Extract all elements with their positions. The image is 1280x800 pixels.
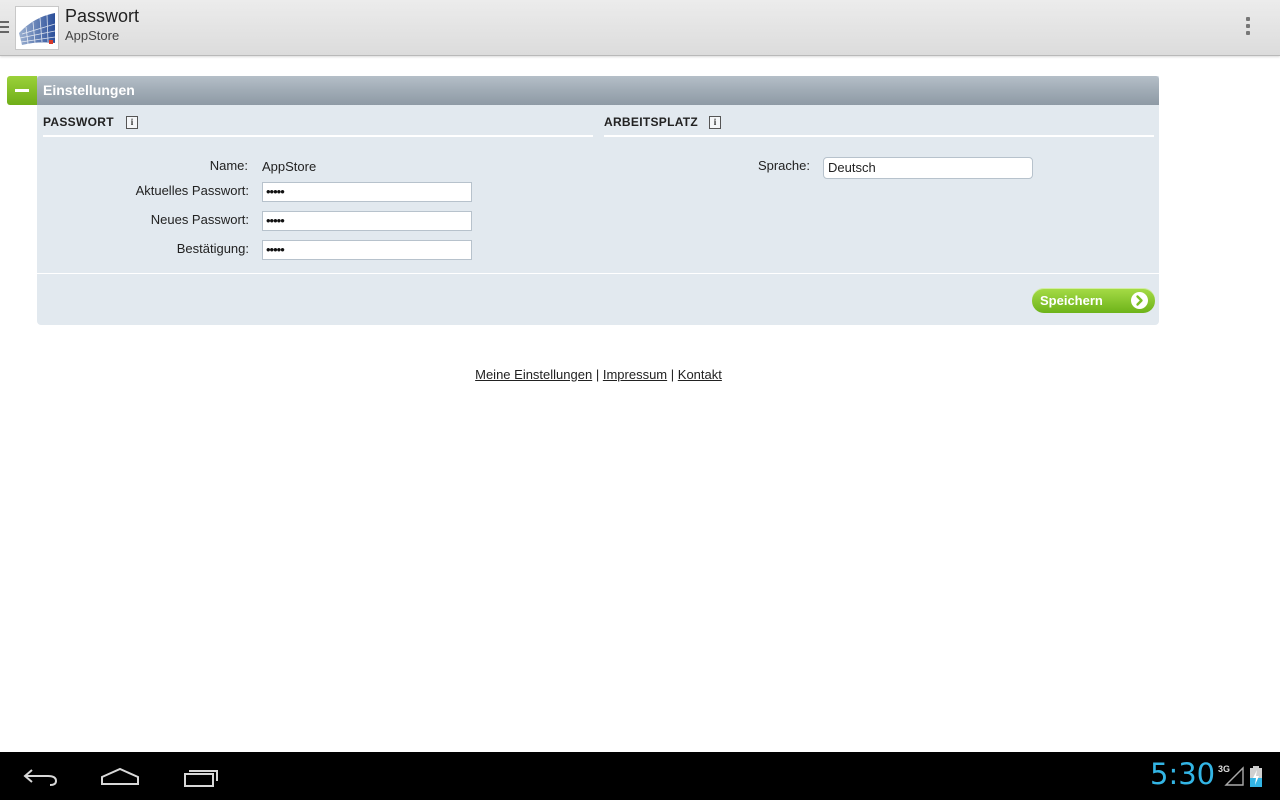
new-password-field[interactable]: ••••• [262,211,472,231]
link-separator: | [595,367,600,382]
minus-icon [15,89,29,92]
confirm-password-label: Bestätigung: [176,241,249,256]
current-password-label: Aktuelles Passwort: [135,183,249,198]
panel-title: Einstellungen [43,82,135,98]
confirm-password-field[interactable]: ••••• [262,240,472,260]
link-separator: | [670,367,675,382]
workplace-section-title: ARBEITSPLATZ [604,115,699,129]
collapse-panel-button[interactable] [7,76,37,105]
page-subtitle: AppStore [65,28,120,43]
page-title: Passwort [65,6,140,26]
battery-charging-icon [1250,766,1262,787]
current-password-field[interactable]: ••••• [262,182,472,202]
system-navigation-bar [0,752,1280,800]
overflow-menu-icon[interactable] [1243,17,1253,39]
clock[interactable]: 5:30 [1150,757,1215,791]
language-label: Sprache: [757,158,810,173]
panel-header: Einstellungen [37,76,1159,105]
recent-apps-icon[interactable] [179,764,223,788]
new-password-label: Neues Passwort: [150,212,249,227]
password-section-title: PASSWORT [43,115,114,129]
imprint-link[interactable]: Impressum [603,367,667,382]
language-select[interactable]: Deutsch [823,157,1033,179]
name-value: AppStore [262,159,317,174]
contact-link[interactable]: Kontakt [678,367,722,382]
menu-icon[interactable] [0,21,9,34]
signal-icon [1224,766,1244,786]
info-icon[interactable]: i [126,116,138,129]
info-icon[interactable]: i [709,116,721,129]
action-bar: Passwort AppStore [0,0,1280,56]
section-divider [604,135,1154,137]
home-icon[interactable] [98,764,142,788]
back-icon[interactable] [18,764,62,788]
section-divider [43,135,593,137]
app-logo-icon[interactable] [15,6,59,50]
arrow-right-circle-icon [1131,292,1148,309]
settings-panel: Einstellungen PASSWORT i Name: AppStore … [37,76,1159,325]
name-label: Name: [209,158,248,173]
save-button[interactable]: Speichern [1032,288,1155,313]
my-settings-link[interactable]: Meine Einstellungen [475,367,592,382]
save-button-label: Speichern [1040,293,1103,308]
footer-links: Meine Einstellungen | Impressum | Kontak… [0,367,1197,382]
panel-footer-divider [37,273,1159,274]
